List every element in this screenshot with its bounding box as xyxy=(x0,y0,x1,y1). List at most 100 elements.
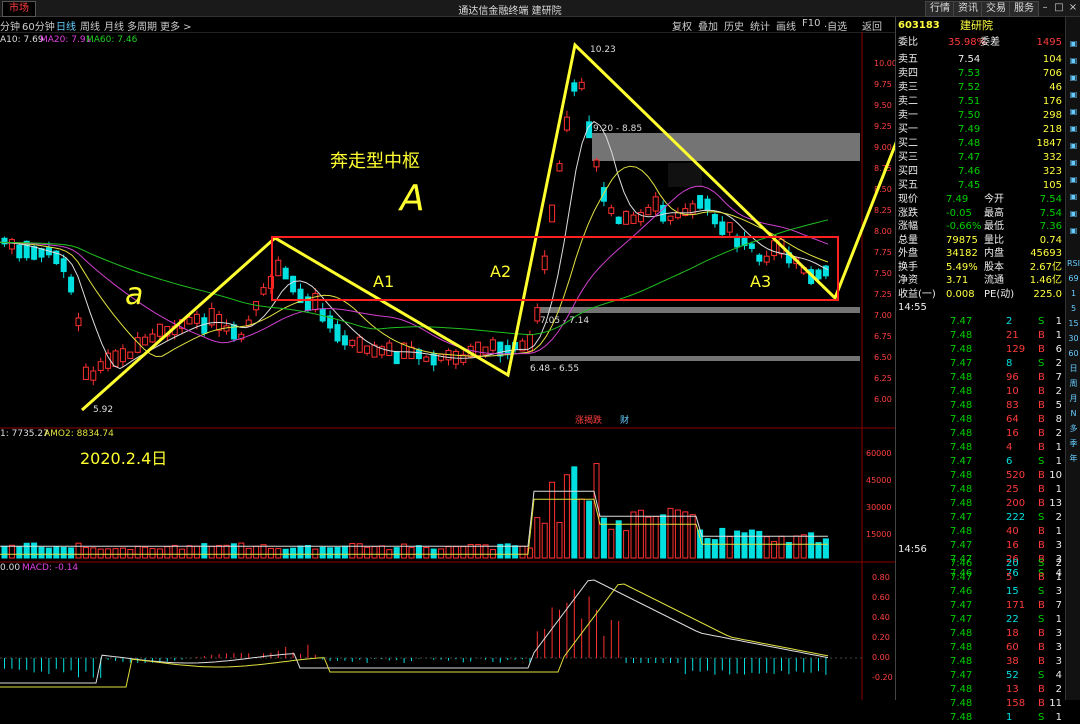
stat-value: 0.008 xyxy=(946,288,975,300)
sidebar-period-12[interactable]: 季 xyxy=(1067,437,1080,450)
overlay-button[interactable]: 叠加 xyxy=(698,18,718,33)
back-button[interactable]: 返回 xyxy=(862,18,882,33)
tick-count: 8 xyxy=(1055,414,1062,425)
period-monthly[interactable]: 月线 xyxy=(104,18,124,33)
bid-label: 买三 xyxy=(898,152,918,163)
period-multi[interactable]: 多周期 xyxy=(127,18,157,33)
sidebar-tool-icon[interactable]: ▣ xyxy=(1067,173,1080,186)
volume-bar xyxy=(105,548,112,559)
period-weekly[interactable]: 周线 xyxy=(80,18,100,33)
candle-body xyxy=(704,198,711,211)
tick-row: 7.48 10 B 2 xyxy=(898,385,1064,398)
tick-price: 7.47 xyxy=(950,600,973,611)
sidebar-period-1[interactable]: 69 xyxy=(1067,272,1080,285)
sidebar-tool-icon[interactable]: ▣ xyxy=(1067,190,1080,203)
period-daily[interactable]: 日线 xyxy=(56,18,76,33)
stat-label: 今开 xyxy=(984,194,1004,205)
volume-ma-white xyxy=(0,490,828,547)
sidebar-period-9[interactable]: 月 xyxy=(1067,392,1080,405)
period-1min[interactable]: 分钟 xyxy=(0,18,20,33)
vol-legend-b: AMO2: 8834.74 xyxy=(44,429,114,439)
ask-row: 卖五 7.54 104 xyxy=(898,53,1064,66)
sidebar-period-7[interactable]: 日 xyxy=(1067,362,1080,375)
sidebar-period-11[interactable]: 多 xyxy=(1067,422,1080,435)
candle-body xyxy=(423,356,430,362)
tick-row: 7.46 15 S 3 xyxy=(898,585,1064,598)
sidebar-tool-icon[interactable]: ▣ xyxy=(1067,105,1080,118)
tick-side: B xyxy=(1038,628,1045,639)
tick-count: 7 xyxy=(1055,600,1062,611)
draw-button[interactable]: 画线 xyxy=(776,18,796,33)
stat-value: 2.67亿 xyxy=(1029,261,1062,273)
volume-bar xyxy=(112,548,119,559)
tick-side: S xyxy=(1038,670,1045,681)
sidebar-period-0[interactable]: RSI xyxy=(1067,257,1080,270)
tick-row: 7.47 52 S 4 xyxy=(898,669,1064,682)
sidebar-tool-icon[interactable]: ▣ xyxy=(1067,88,1080,101)
stat-value: 79875 xyxy=(946,234,978,246)
sidebar-tool-icon[interactable]: ▣ xyxy=(1067,207,1080,220)
volume-bar xyxy=(31,542,38,559)
candle-body xyxy=(290,275,297,293)
volume-bar xyxy=(578,498,585,559)
history-button[interactable]: 历史 xyxy=(724,18,744,33)
period-sidebar: RSI 69 1 5 15 30 60 日周月 N 多季年 ▣ ▣ ▣ ▣ ▣ ▣ ▣ ▣ ▣ ▣ ▣ ▣ xyxy=(1065,17,1080,700)
stat-value: 1.46亿 xyxy=(1029,275,1062,286)
candle-body xyxy=(97,361,104,371)
tick-price: 7.48 xyxy=(950,498,973,509)
period-60min[interactable]: 60分钟 xyxy=(22,18,55,33)
volume-bar xyxy=(415,545,422,559)
kline-chart[interactable]: A10: 7.69 MA20: 7.91 MA60: 7.46 1: 7735.… xyxy=(0,32,895,700)
app-title: 通达信金融终端 建研院 xyxy=(458,6,562,17)
tick-row: 7.48 16 B 2 xyxy=(898,427,1064,440)
candle-body xyxy=(349,339,356,347)
label-zone1: 9.20 - 8.85 xyxy=(593,124,642,134)
candle-body xyxy=(8,239,15,250)
candle-body xyxy=(645,206,652,216)
sidebar-period-8[interactable]: 周 xyxy=(1067,377,1080,390)
close-icon[interactable]: × xyxy=(1066,1,1080,15)
sidebar-period-2[interactable]: 1 xyxy=(1067,287,1080,300)
fuquan-button[interactable]: 复权 xyxy=(672,18,692,33)
menu-service[interactable]: 服务 xyxy=(1009,1,1039,17)
menu-news[interactable]: 资讯 xyxy=(953,1,983,17)
volume-bar xyxy=(216,544,223,559)
sidebar-tool-icon[interactable]: ▣ xyxy=(1067,139,1080,152)
f10-button[interactable]: F10 xyxy=(802,18,820,29)
stat-label: 最高 xyxy=(984,207,1004,219)
ma20-legend: MA20: 7.91 xyxy=(40,35,91,45)
price-tick-label: 8.75 xyxy=(874,164,892,173)
maximize-icon[interactable]: □ xyxy=(1052,1,1066,15)
menu-trade[interactable]: 交易 xyxy=(981,1,1011,17)
sidebar-period-10[interactable]: N xyxy=(1067,407,1080,420)
sidebar-tool-icon[interactable]: ▣ xyxy=(1067,156,1080,169)
sidebar-tool-icon[interactable]: ▣ xyxy=(1067,71,1080,84)
sidebar-tool-icon[interactable]: ▣ xyxy=(1067,224,1080,237)
watchlist-button[interactable]: ·自选 xyxy=(824,18,847,33)
sidebar-tool-icon[interactable]: ▣ xyxy=(1067,54,1080,67)
sidebar-period-5[interactable]: 30 xyxy=(1067,332,1080,345)
event-marker-2[interactable]: 财 xyxy=(620,414,629,426)
ask-volume: 46 xyxy=(1049,82,1062,93)
bid-volume: 1847 xyxy=(1036,138,1062,149)
period-more[interactable]: 更多 > xyxy=(160,18,192,33)
sidebar-tool-icon[interactable]: ▣ xyxy=(1067,122,1080,135)
menu-quotes[interactable]: 行情 xyxy=(925,1,955,17)
market-button[interactable]: 市场 xyxy=(2,1,36,17)
stats-button[interactable]: 统计 xyxy=(750,18,770,33)
ask-row: 卖三 7.52 46 xyxy=(898,81,1064,94)
minimize-icon[interactable]: – xyxy=(1038,1,1052,15)
event-marker-1[interactable]: 涨揭跌 xyxy=(575,414,602,426)
candle-body xyxy=(571,82,578,92)
sidebar-period-13[interactable]: 年 xyxy=(1067,452,1080,465)
tick-side: S xyxy=(1038,712,1045,723)
volume-bar xyxy=(23,542,30,559)
tick-volume: 13 xyxy=(1006,684,1019,695)
candle-body xyxy=(156,323,163,337)
ask-volume: 298 xyxy=(1042,110,1062,121)
sidebar-period-4[interactable]: 15 xyxy=(1067,317,1080,330)
sidebar-period-3[interactable]: 5 xyxy=(1067,302,1080,315)
sidebar-period-6[interactable]: 60 xyxy=(1067,347,1080,360)
candle-body xyxy=(475,341,482,357)
sidebar-tool-icon[interactable]: ▣ xyxy=(1067,37,1080,50)
